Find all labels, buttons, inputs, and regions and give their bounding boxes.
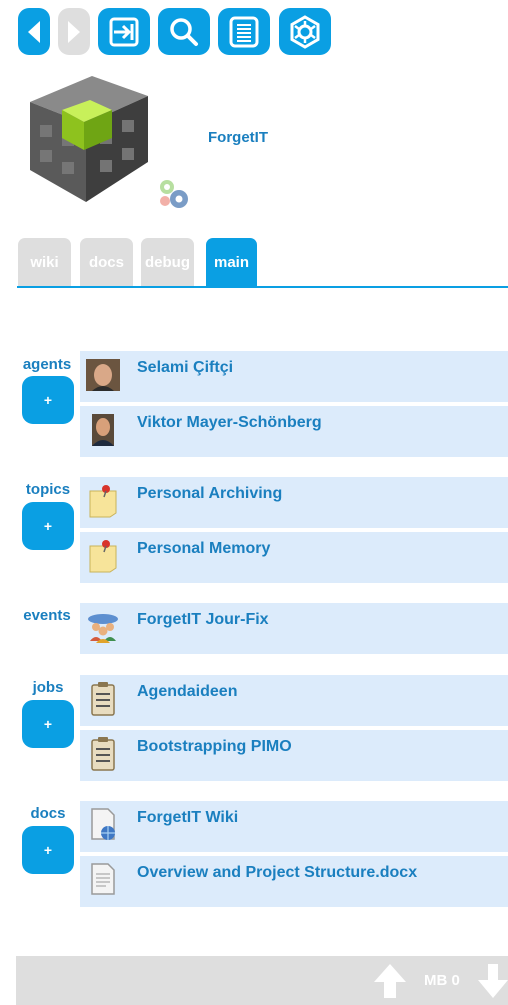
list-item-label: Personal Archiving — [137, 485, 283, 502]
clipboard-icon — [91, 682, 115, 716]
add-doc-button[interactable]: + — [22, 826, 74, 874]
forward-button[interactable] — [58, 8, 90, 55]
settings-button[interactable] — [279, 8, 331, 55]
person-photo-icon — [86, 359, 120, 391]
list-item[interactable]: Overview and Project Structure.docx — [80, 856, 508, 907]
section-label-agents: agents — [22, 356, 72, 373]
list-item[interactable]: ForgetIT Wiki — [80, 801, 508, 852]
login-button[interactable] — [98, 8, 150, 55]
section-label-docs: docs — [30, 805, 66, 822]
add-topic-button[interactable]: + — [22, 502, 74, 550]
meeting-icon — [88, 614, 118, 643]
person-photo-icon — [92, 414, 114, 446]
list-item-label: Bootstrapping PIMO — [137, 738, 292, 755]
list-item[interactable]: Personal Memory — [80, 532, 508, 583]
footer-bar: MB 0 — [16, 956, 508, 1005]
mb-counter: MB 0 — [424, 972, 460, 989]
add-job-button[interactable]: + — [22, 700, 74, 748]
document-icon — [91, 863, 115, 895]
list-item[interactable]: Bootstrapping PIMO — [80, 730, 508, 781]
list-item[interactable]: Viktor Mayer-Schönberg — [80, 406, 508, 457]
tab-underline — [17, 286, 508, 288]
tab-debug[interactable]: debug — [141, 238, 194, 286]
web-document-icon — [91, 808, 115, 840]
list-item[interactable]: Selami Çiftçi — [80, 351, 508, 402]
list-item-label: Personal Memory — [137, 540, 271, 557]
list-item-label: ForgetIT Wiki — [137, 809, 239, 826]
list-item-label: ForgetIT Jour-Fix — [137, 611, 269, 628]
list-item[interactable]: Personal Archiving — [80, 477, 508, 528]
login-icon — [109, 17, 139, 46]
back-button[interactable] — [18, 8, 50, 55]
list-item[interactable]: ForgetIT Jour-Fix — [80, 603, 508, 654]
search-button[interactable] — [158, 8, 210, 55]
tab-wiki[interactable]: wiki — [18, 238, 71, 286]
gears-icon — [160, 180, 188, 208]
list-item-label: Viktor Mayer-Schönberg — [137, 414, 322, 431]
tab-main[interactable]: main — [206, 238, 257, 286]
gear-icon — [290, 14, 320, 49]
sticky-note-icon — [89, 485, 117, 518]
list-item-label: Overview and Project Structure.docx — [137, 864, 418, 881]
list-item-label: Agendaideen — [137, 683, 238, 700]
add-agent-button[interactable]: + — [22, 376, 74, 424]
search-icon — [170, 17, 198, 46]
cube-logo-icon — [30, 76, 148, 202]
sticky-note-icon — [89, 540, 117, 573]
list-item-label: Selami Çiftçi — [137, 359, 234, 376]
list-item[interactable]: Agendaideen — [80, 675, 508, 726]
clipboard-icon — [91, 737, 115, 771]
arrow-up-icon[interactable] — [372, 962, 408, 1000]
section-label-jobs: jobs — [32, 679, 64, 696]
arrow-down-icon[interactable] — [478, 962, 508, 1000]
tab-docs[interactable]: docs — [80, 238, 133, 286]
list-icon — [229, 16, 259, 47]
arrow-left-icon — [28, 20, 40, 43]
section-label-topics: topics — [25, 481, 71, 498]
page-title: ForgetIT — [208, 129, 268, 146]
arrow-right-icon — [68, 20, 80, 43]
section-label-events: events — [23, 607, 71, 624]
list-button[interactable] — [218, 8, 270, 55]
